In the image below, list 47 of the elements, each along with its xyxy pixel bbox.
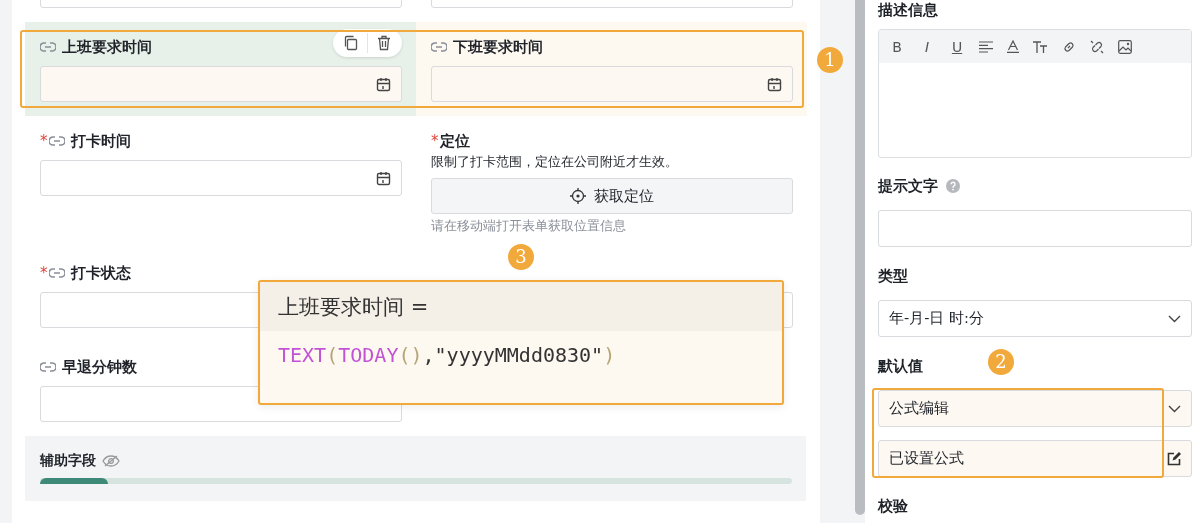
field-label: 下班要求时间: [453, 37, 543, 57]
rich-text-editor[interactable]: B I U: [878, 29, 1192, 158]
required-mark: *: [40, 132, 48, 150]
default-value-select[interactable]: 公式编辑: [878, 390, 1192, 427]
calendar-icon: [767, 76, 782, 92]
calendar-icon: [376, 170, 391, 186]
field-label: 早退分钟数: [62, 357, 137, 377]
formula-field[interactable]: 已设置公式: [878, 440, 1192, 477]
input-field[interactable]: [878, 210, 1192, 247]
field-label: 打卡状态: [70, 263, 131, 283]
date-field[interactable]: [431, 66, 793, 102]
delete-icon[interactable]: [376, 35, 392, 51]
date-field[interactable]: [40, 160, 402, 196]
format-button[interactable]: U: [949, 38, 965, 55]
section-label: 描述信息: [878, 1, 939, 20]
text-size-icon[interactable]: [1033, 40, 1048, 53]
font-color-icon[interactable]: [1007, 40, 1019, 53]
required-mark: *: [431, 132, 439, 150]
crosshair-icon: [570, 188, 586, 204]
section-label: 辅助字段: [40, 452, 96, 470]
field-label: 打卡时间: [70, 131, 131, 151]
format-button[interactable]: I: [919, 38, 935, 55]
format-button[interactable]: B: [889, 38, 905, 55]
image-icon[interactable]: [1118, 39, 1132, 54]
formula-text: TEXT(TODAY(),"yyyyMMdd0830"): [278, 343, 616, 367]
required-mark: *: [40, 264, 48, 282]
popup-title: 上班要求时间 =: [278, 293, 429, 321]
align-left-icon[interactable]: [979, 40, 993, 53]
section-label: 类型: [878, 267, 909, 286]
section-label: 默认值: [878, 358, 923, 374]
field-label: 定位: [439, 131, 470, 151]
section-label: 校验: [878, 497, 909, 516]
section-label: 提示文字: [878, 177, 938, 196]
chevron-down-icon: [1168, 404, 1181, 413]
scrollbar-thumb[interactable]: [855, 0, 865, 515]
date-field[interactable]: [40, 66, 402, 102]
type-select[interactable]: 年-月-日 时:分: [878, 300, 1192, 337]
get-location-button[interactable]: 获取定位: [431, 178, 793, 214]
chevron-down-icon: [1168, 314, 1181, 323]
hint-text: 请在移动端打开表单获取位置信息: [431, 218, 627, 234]
unlink-icon[interactable]: [1090, 39, 1104, 54]
field-label: 上班要求时间: [62, 37, 152, 57]
edit-icon: [1167, 451, 1181, 466]
link-icon[interactable]: [1062, 39, 1076, 54]
calendar-icon: [376, 76, 391, 92]
copy-icon[interactable]: [343, 35, 359, 51]
field-description: 限制了打卡范围，定位在公司附近才生效。: [431, 154, 679, 170]
